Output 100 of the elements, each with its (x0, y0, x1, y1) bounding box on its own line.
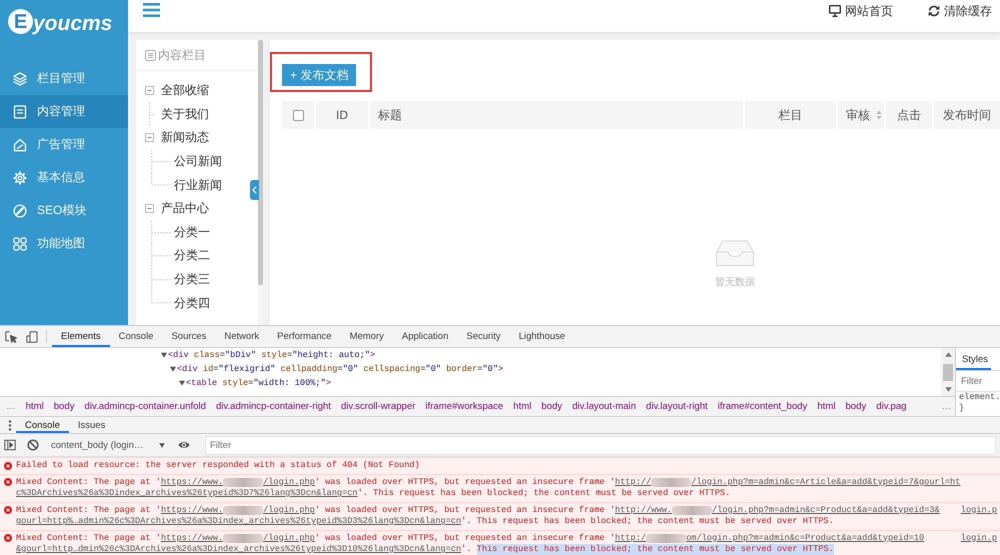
breadcrumb-item[interactable]: div.admincp-container.unfold (84, 401, 206, 412)
message-link[interactable]: gourl=http%…admin%26c%3DArchives%26a%3Dindex_archives%26typeid%3D3%26lang%3Dcn&lang=cn (16, 516, 462, 528)
minus-box-icon[interactable] (145, 204, 154, 214)
dom-node-text[interactable]: <div id="flexigrid" cellpadding="0" cellspacing="0" border="0"> (177, 364, 504, 374)
breadcrumb-item[interactable]: iframe#content_body (718, 401, 808, 412)
devtools-tab[interactable]: Sources (162, 326, 216, 347)
column-header: 发布时间 (934, 101, 1000, 129)
message-link[interactable]: /login.php (263, 504, 315, 516)
inspect-icon[interactable] (5, 330, 17, 342)
column-header[interactable]: 审核 (838, 101, 884, 129)
menu-icon[interactable] (143, 3, 160, 17)
eye-icon[interactable] (178, 439, 190, 451)
devtools-tab[interactable]: Application (392, 326, 458, 347)
expand-arrow-icon[interactable] (179, 380, 185, 386)
tree-item[interactable]: 分类二 (174, 247, 210, 264)
tree-item[interactable]: 分类一 (174, 224, 210, 241)
breadcrumb-item[interactable]: html (513, 401, 532, 412)
device-icon[interactable] (26, 330, 38, 342)
devtools-tab[interactable]: Performance (268, 326, 341, 347)
breadcrumb-item[interactable]: div.admincp-container-right (216, 401, 331, 412)
message-link[interactable]: om/login.php?m=admin&c=Product&a=add&typeid=10 (686, 532, 924, 544)
column-header: 栏目 (745, 101, 836, 129)
redacted-text-blur (672, 506, 712, 515)
breadcrumb-scroll-button[interactable]: … (6, 401, 16, 412)
expand-arrow-icon[interactable] (161, 352, 167, 358)
error-icon (4, 506, 12, 514)
devtools-tab[interactable]: Security (457, 326, 510, 347)
message-link[interactable]: c%3DArchives%26a%3Dindex_archives%26typeid%3D7%26lang%3Dcn&lang=cn (16, 488, 358, 500)
dom-node-text[interactable]: <table style="width: 100%;"> (186, 378, 331, 388)
house-icon (13, 138, 27, 152)
breadcrumb-item[interactable]: body (541, 401, 562, 412)
breadcrumb-item[interactable]: div.layout-main (572, 401, 636, 412)
devtools-tab[interactable]: Console (110, 326, 162, 347)
scroll-down-arrow-icon[interactable] (944, 387, 952, 392)
sidebar-toggle-icon[interactable] (4, 439, 16, 451)
tree-item[interactable]: 新闻动态 (161, 129, 209, 146)
breadcrumb-item[interactable]: div.layout-right (646, 401, 708, 412)
message-link[interactable]: http://www. (615, 504, 672, 516)
breadcrumb-item[interactable]: html (26, 401, 44, 412)
collapse-all-button[interactable]: 全部收缩 (161, 82, 209, 100)
context-select[interactable]: content_body (login… (47, 434, 169, 456)
breadcrumb-item[interactable]: html (817, 401, 836, 412)
devtools-tab[interactable]: Network (215, 326, 268, 347)
breadcrumb-item[interactable]: body (54, 401, 75, 412)
tree-item[interactable]: 公司新闻 (174, 153, 222, 170)
tree-item[interactable]: 分类四 (174, 294, 210, 312)
error-icon (4, 534, 12, 542)
tree-item[interactable]: 分类三 (174, 271, 210, 288)
sidebar-item[interactable]: 内容管理 (0, 95, 128, 128)
message-link[interactable]: http:/ (615, 532, 646, 544)
drawer-tab[interactable]: Issues (68, 417, 114, 433)
breadcrumb-item[interactable]: div.scroll-wrapper (340, 401, 416, 412)
column-header: 标题 (370, 101, 743, 129)
header-link[interactable]: 清除缓存 (928, 4, 992, 18)
monitor-icon (829, 5, 841, 17)
tree-item[interactable]: 关于我们 (161, 106, 209, 123)
message-link[interactable]: &gourl=http…dmin%26c%3DArchives%26a%3Dindex_archives%26typeid%3D10%26lang%3Dcn&lang=cn (16, 544, 462, 555)
devtools-tab[interactable]: Lighthouse (510, 326, 574, 347)
header-link[interactable]: 网站首页 (829, 4, 893, 18)
tree-branch-line (151, 244, 171, 268)
message-link[interactable]: https://www. (160, 532, 224, 544)
column-header: ID (316, 101, 368, 129)
minus-box-icon[interactable] (145, 133, 154, 142)
tree-item[interactable]: 行业新闻 (174, 176, 222, 194)
tree-title: 内容栏目 (158, 46, 206, 64)
error-icon (4, 462, 12, 470)
breadcrumb-item[interactable]: iframe#workspace (425, 401, 504, 412)
devtools-tab[interactable]: Memory (340, 326, 393, 347)
scroll-up-arrow-icon[interactable] (944, 352, 952, 357)
redacted-text-blur (223, 534, 264, 543)
message-link[interactable]: https://www. (160, 476, 224, 488)
chevron-left-icon (252, 186, 257, 194)
breadcrumb-item[interactable]: div.pag (876, 401, 906, 412)
block-icon[interactable] (27, 439, 39, 451)
column-header: 点击 (886, 101, 932, 129)
logo-badge: E (8, 9, 33, 34)
message-link[interactable]: http:// (615, 476, 652, 488)
message-link[interactable]: https://www. (160, 504, 224, 516)
expand-arrow-icon[interactable] (170, 366, 176, 372)
caret-icon (159, 442, 165, 448)
scrollbar-thumb[interactable] (943, 364, 953, 381)
message-link[interactable]: /login.php?m=admin&c=Article&a=add&typeid=7&gourl=ht (691, 476, 960, 488)
source-link[interactable]: login.p (960, 504, 1000, 516)
tree-item[interactable]: 产品中心 (161, 200, 209, 218)
select-all-checkbox[interactable] (292, 110, 304, 120)
devtools-tab[interactable]: Elements (52, 326, 110, 347)
vertical-scrollbar[interactable] (941, 348, 955, 396)
message-link[interactable]: /login.php (263, 532, 315, 544)
css-rule-text: } (958, 402, 966, 413)
minus-box-icon[interactable] (145, 86, 154, 96)
breadcrumb-scroll-button[interactable]: … (941, 401, 951, 412)
dom-node-text[interactable]: <div class="bDiv" style="height: auto;"> (168, 350, 376, 360)
collapse-panel-button[interactable] (250, 180, 259, 200)
breadcrumb-item[interactable]: body (845, 401, 866, 412)
console-filter-field[interactable]: Filter (205, 436, 996, 454)
source-link[interactable]: login.p (960, 532, 1000, 544)
message-link[interactable]: /login.php?m=admin&c=Product&a=add&typeid=3& (712, 504, 940, 516)
more-options-icon[interactable] (8, 420, 12, 430)
grid-icon (13, 236, 27, 250)
message-link[interactable]: /login.php (263, 476, 315, 488)
